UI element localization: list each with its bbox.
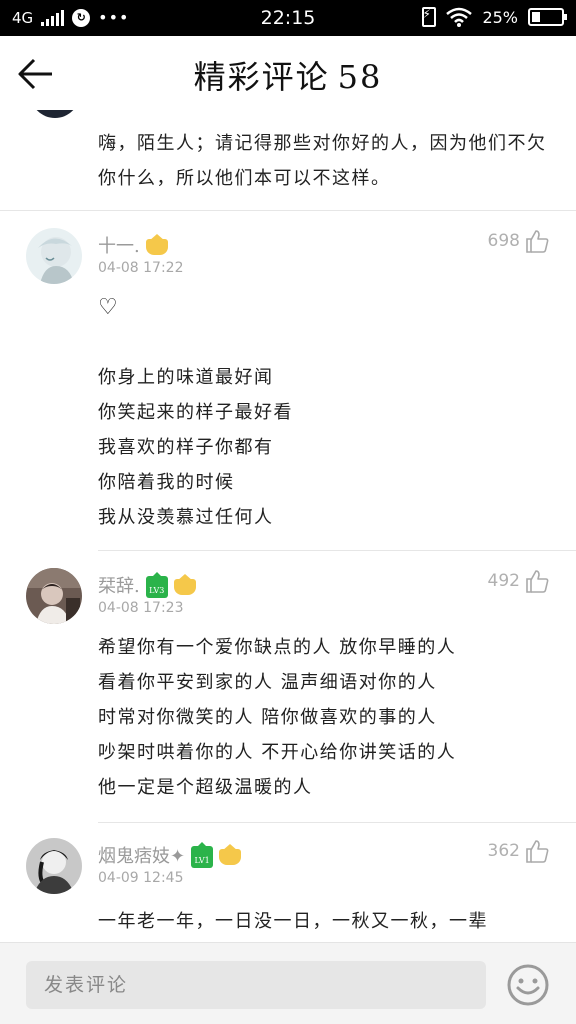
- status-bar: 4G ↻ ••• 22:15 25%: [0, 0, 576, 36]
- avatar-image: [26, 568, 82, 624]
- comment-line: ♡: [98, 295, 120, 320]
- comment-line: [98, 325, 558, 360]
- comment-line: 吵架时哄着你的人 不开心给你讲笑话的人: [98, 742, 457, 763]
- comment-line: 你身上的味道最好闻: [98, 367, 274, 388]
- comment-date: 04-08 17:22: [98, 260, 184, 276]
- comment-text: 嗨，陌生人；请记得那些对你好的人，因为他们不欠你什么，所以他们本可以不这样。: [98, 133, 547, 189]
- comment-line: 时常对你微笑的人 陪你做喜欢的事的人: [98, 707, 437, 728]
- comment-date: 04-08 17:23: [98, 600, 184, 616]
- level-badge-icon: LV3: [145, 572, 168, 598]
- avatar-image: [26, 838, 82, 894]
- avatar[interactable]: [26, 568, 82, 624]
- username[interactable]: 栞辞. LV3: [98, 572, 196, 598]
- level-badge-icon: LV1: [191, 842, 214, 868]
- comment-line: 我从没羡慕过任何人: [98, 507, 274, 528]
- like-count: 492: [487, 571, 520, 591]
- comment-item[interactable]: 栞辞. LV3 04-08 17:23 492 希望你有一个爱你缺点的人 放你早睡…: [0, 550, 576, 822]
- like-button[interactable]: 492: [488, 568, 550, 594]
- comment-item[interactable]: 烟鬼痞妓✦ LV1 04-09 12:45 362 一年老一年，一日没一日，一秋又…: [0, 822, 576, 942]
- vip-crown-icon: [145, 234, 168, 255]
- comment-date: 04-09 12:45: [98, 870, 184, 886]
- avatar-image: [26, 228, 82, 284]
- avatar[interactable]: [30, 110, 80, 118]
- username-text: 栞辞.: [98, 576, 140, 597]
- comment-item[interactable]: 十一. 04-08 17:22 698 ♡ 你身上的味道最好闻 你笑起来的样子最…: [0, 210, 576, 550]
- charging-icon: [422, 7, 437, 27]
- comment-input-bar: 发表评论: [0, 942, 576, 1024]
- vip-crown-icon: [219, 844, 242, 865]
- avatar[interactable]: [26, 228, 82, 284]
- comment-line: 看着你平安到家的人 温声细语对你的人: [98, 672, 437, 693]
- comment-text: ♡ 你身上的味道最好闻 你笑起来的样子最好看 我喜欢的样子你都有 你陪着我的时候…: [98, 290, 558, 535]
- comment-text: 希望你有一个爱你缺点的人 放你早睡的人 看着你平安到家的人 温声细语对你的人 时…: [98, 630, 558, 805]
- like-button[interactable]: 698: [488, 228, 550, 254]
- comment-line: 你笑起来的样子最好看: [98, 402, 293, 423]
- comment-list[interactable]: 嗨，陌生人；请记得那些对你好的人，因为他们不欠你什么，所以他们本可以不这样。 十…: [0, 110, 576, 942]
- thumb-up-icon: [526, 840, 549, 863]
- thumb-up-icon: [526, 230, 549, 253]
- page-title-text: 精彩评论: [193, 58, 330, 96]
- like-count: 698: [487, 231, 520, 251]
- comment-line: 希望你有一个爱你缺点的人 放你早睡的人: [98, 637, 457, 658]
- avatar[interactable]: [26, 838, 82, 894]
- battery-percent: 25%: [482, 7, 518, 27]
- username[interactable]: 十一.: [98, 232, 168, 258]
- comment-input[interactable]: 发表评论: [26, 961, 486, 1009]
- comment-line: 他一定是个超级温暖的人: [98, 777, 313, 798]
- username-text: 十一.: [98, 236, 140, 257]
- like-count: 362: [487, 841, 520, 861]
- username[interactable]: 烟鬼痞妓✦ LV1: [98, 842, 242, 868]
- app-header: 精彩评论 58: [0, 36, 576, 110]
- thumb-up-icon: [526, 570, 549, 593]
- like-button[interactable]: 362: [488, 838, 550, 864]
- smiley-icon[interactable]: [506, 963, 550, 1007]
- comment-line: 你陪着我的时候: [98, 472, 235, 493]
- battery-icon: [528, 8, 567, 26]
- page-title: 精彩评论 58: [0, 52, 576, 98]
- wifi-icon: [446, 7, 473, 27]
- vip-crown-icon: [173, 574, 196, 595]
- comment-line: 我喜欢的样子你都有: [98, 437, 274, 458]
- comment-text: 一年老一年，一日没一日，一秋又一秋，一辈: [98, 904, 558, 939]
- comment-line: 一年老一年，一日没一日，一秋又一秋，一辈: [98, 911, 488, 932]
- status-right: 25%: [422, 7, 567, 27]
- comment-count: 58: [337, 58, 383, 96]
- username-text: 烟鬼痞妓✦: [98, 846, 186, 867]
